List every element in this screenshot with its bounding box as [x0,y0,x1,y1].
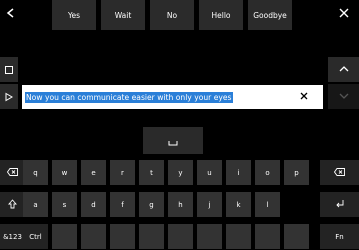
chevron-down-icon [338,87,350,106]
message-text-selected: Now you can communicate easier with only… [25,91,233,103]
key-o[interactable]: o [255,160,280,185]
close-button[interactable] [328,0,359,30]
shift-key[interactable] [0,192,25,217]
suggestion-wait[interactable]: Wait [101,0,145,30]
space-key[interactable] [143,127,203,154]
key-y[interactable]: y [168,160,193,185]
clear-button[interactable] [295,88,313,106]
key-h[interactable]: h [168,192,193,217]
key-e[interactable]: e [81,160,106,185]
backspace-key-left[interactable] [0,160,25,185]
enter-key[interactable] [320,192,359,217]
key-row3-9[interactable] [284,224,309,249]
key-row3-4[interactable] [139,224,164,249]
numbers-key[interactable]: &123 [0,224,25,249]
suggestion-no[interactable]: No [150,0,194,30]
backspace-key-right[interactable] [320,160,359,185]
stop-icon [4,60,14,79]
scroll-down-button[interactable] [328,84,359,109]
key-s[interactable]: s [52,192,77,217]
key-g[interactable]: g [139,192,164,217]
key-q[interactable]: q [23,160,48,185]
suggestion-goodbye[interactable]: Goodbye [248,0,292,30]
key-a[interactable]: a [23,192,48,217]
ctrl-key[interactable]: Ctrl [23,224,48,249]
key-row3-6[interactable] [197,224,222,249]
back-button[interactable] [0,0,22,30]
key-i[interactable]: i [226,160,251,185]
key-l[interactable]: l [255,192,280,217]
key-j[interactable]: j [197,192,222,217]
message-text-field[interactable]: Now you can communicate easier with only… [22,85,323,109]
key-row3-2[interactable] [81,224,106,249]
key-row3-5[interactable] [168,224,193,249]
key-t[interactable]: t [139,160,164,185]
key-row3-1[interactable] [52,224,77,249]
fn-key[interactable]: Fn [320,224,359,249]
key-w[interactable]: w [52,160,77,185]
play-button[interactable] [0,84,18,109]
stop-button[interactable] [0,57,18,82]
suggestion-yes[interactable]: Yes [52,0,96,30]
key-f[interactable]: f [110,192,135,217]
clear-icon [299,90,309,104]
key-row3-3[interactable] [110,224,135,249]
space-icon [168,131,178,150]
key-row3-8[interactable] [255,224,280,249]
enter-icon [335,199,345,211]
key-r[interactable]: r [110,160,135,185]
chevron-up-icon [338,60,350,79]
key-u[interactable]: u [197,160,222,185]
suggestion-hello[interactable]: Hello [199,0,243,30]
back-icon [5,7,17,23]
key-d[interactable]: d [81,192,106,217]
key-row3-7[interactable] [226,224,251,249]
key-k[interactable]: k [226,192,251,217]
play-icon [4,87,14,106]
close-icon [338,7,350,23]
scroll-up-button[interactable] [328,57,359,82]
backspace-icon [333,167,345,178]
backspace-icon [6,167,18,178]
key-p[interactable]: p [284,160,309,185]
shift-icon [8,198,17,211]
